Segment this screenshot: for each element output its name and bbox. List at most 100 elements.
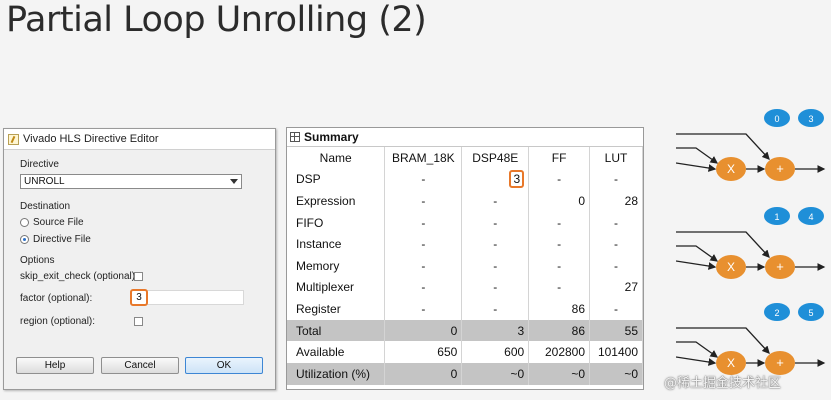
index-badge-label: 3 [808, 114, 813, 124]
row-name: Utilization (%) [287, 362, 386, 385]
slide-title: Partial Loop Unrolling (2) [6, 0, 427, 40]
column-header: DSP48E [461, 147, 530, 169]
cell: - [384, 168, 463, 191]
cell: - [384, 211, 463, 234]
cell: - [589, 233, 643, 255]
row-name: DSP [287, 168, 386, 191]
cell: 3 [461, 319, 530, 342]
skip-exit-check-checkbox[interactable] [134, 272, 143, 281]
ok-button[interactable]: OK [185, 357, 263, 374]
column-header: BRAM_18K [384, 147, 463, 169]
cell: 202800 [528, 341, 591, 363]
factor-label: factor (optional): [20, 293, 93, 304]
cell: - [528, 276, 591, 299]
region-checkbox[interactable] [134, 317, 143, 326]
input-wire [676, 260, 717, 270]
multiplier-label: X [727, 260, 735, 274]
highlighted-value: 3 [509, 170, 525, 189]
row-name: Available [287, 341, 386, 363]
cell: - [384, 233, 463, 255]
cell: - [528, 168, 591, 191]
input-wire [676, 327, 770, 354]
options-label: Options [20, 255, 55, 266]
cell: - [384, 276, 463, 299]
directive-editor-dialog: Vivado HLS Directive Editor Directive UN… [3, 128, 276, 390]
row-name: Register [287, 298, 386, 320]
cell: - [384, 190, 463, 212]
skip-exit-check-label: skip_exit_check (optional): [20, 271, 138, 282]
cell: 0 [384, 319, 463, 342]
region-label: region (optional): [20, 316, 96, 327]
adder-label: + [776, 259, 784, 274]
cell: 0 [384, 362, 463, 385]
adder-label: + [776, 355, 784, 370]
table-row: DSP - 3 - - [287, 168, 643, 191]
summary-title: Summary [304, 130, 359, 144]
cell: - [461, 276, 530, 299]
input-wire [676, 341, 719, 358]
column-header: LUT [589, 147, 643, 169]
cell: ~0 [461, 362, 530, 385]
cell: 28 [589, 190, 643, 212]
table-header-row: Name BRAM_18K DSP48E FF LUT [287, 147, 643, 169]
cell: - [461, 233, 530, 255]
row-name: Total [287, 319, 386, 342]
cell: - [461, 254, 530, 277]
summary-table: Name BRAM_18K DSP48E FF LUT DSP - 3 - - … [287, 147, 643, 385]
watermark: @稀土掘金技术社区 [664, 376, 782, 391]
row-name: Expression [287, 190, 386, 212]
multiplier-label: X [727, 356, 735, 370]
unrolled-hardware-diagram: 0 3 X +1 4 X +2 5 X + [676, 109, 826, 375]
table-row: Expression - - 0 28 [287, 190, 643, 212]
cell: 0 [528, 190, 591, 212]
adder-label: + [776, 161, 784, 176]
cell: 101400 [589, 341, 643, 363]
index-badge-label: 1 [774, 212, 779, 222]
cell: 27 [589, 276, 643, 299]
cell: - [384, 254, 463, 277]
source-file-radio[interactable] [20, 218, 29, 227]
input-wire [676, 133, 770, 160]
vivado-app-icon [8, 133, 19, 145]
cancel-button[interactable]: Cancel [101, 357, 179, 374]
cell: - [461, 298, 530, 320]
row-name: Instance [287, 233, 386, 255]
cell: - [461, 211, 530, 234]
source-file-label: Source File [33, 217, 84, 228]
index-badge-label: 2 [774, 308, 779, 318]
directive-file-radio[interactable] [20, 235, 29, 244]
row-name: FIFO [287, 211, 386, 234]
directive-select[interactable]: UNROLL [20, 174, 242, 189]
table-row: Memory - - - - [287, 254, 643, 277]
available-row: Available 650 600 202800 101400 [287, 341, 643, 363]
cell: - [589, 168, 643, 191]
directive-label: Directive [20, 159, 59, 170]
cell: 55 [589, 319, 643, 342]
total-row: Total 0 3 86 55 [287, 319, 643, 342]
input-wire [676, 245, 719, 262]
input-wire [676, 231, 770, 258]
cell: - [528, 211, 591, 234]
summary-header: Summary [287, 128, 643, 147]
table-row: Instance - - - - [287, 233, 643, 255]
chevron-down-icon[interactable] [230, 179, 238, 184]
index-badge-label: 5 [808, 308, 813, 318]
cell: - [589, 254, 643, 277]
input-wire [676, 147, 719, 164]
cell: ~0 [589, 362, 643, 385]
index-badge-label: 0 [774, 114, 779, 124]
cell: 86 [528, 298, 591, 320]
input-wire [676, 356, 717, 366]
dsp48e-cell-highlight: 3 [461, 168, 530, 191]
cell: 86 [528, 319, 591, 342]
help-button[interactable]: Help [16, 357, 94, 374]
directive-select-value: UNROLL [24, 176, 65, 187]
index-badge-label: 4 [808, 212, 813, 222]
factor-input[interactable]: 3 [130, 289, 148, 306]
cell: - [528, 254, 591, 277]
table-row: FIFO - - - - [287, 211, 643, 234]
dialog-title-bar: Vivado HLS Directive Editor [4, 129, 275, 150]
summary-panel: Summary Name BRAM_18K DSP48E FF LUT DSP … [286, 127, 644, 390]
cell: - [384, 298, 463, 320]
cell: - [528, 233, 591, 255]
